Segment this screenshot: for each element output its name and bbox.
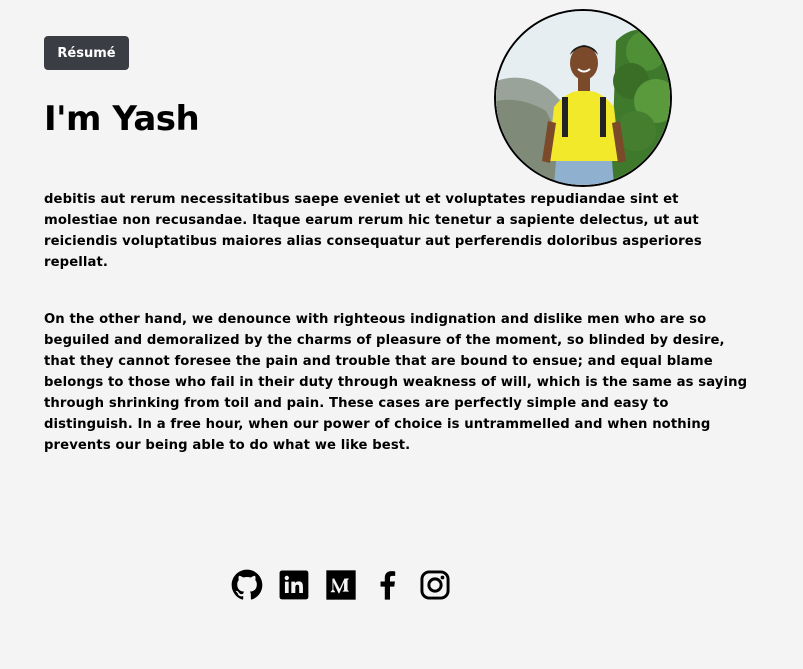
facebook-icon[interactable] <box>372 569 404 601</box>
linkedin-icon[interactable] <box>278 569 310 601</box>
medium-icon[interactable] <box>325 569 357 601</box>
intro-paragraph: debitis aut rerum necessitatibus saepe e… <box>44 192 702 270</box>
avatar <box>494 9 672 187</box>
page-title: I'm Yash <box>44 99 200 139</box>
social-links <box>231 569 466 601</box>
body-paragraph: On the other hand, we denounce with righ… <box>44 312 748 453</box>
github-icon[interactable] <box>231 569 263 601</box>
resume-button[interactable]: Résumé <box>44 36 129 70</box>
instagram-icon[interactable] <box>419 569 451 601</box>
